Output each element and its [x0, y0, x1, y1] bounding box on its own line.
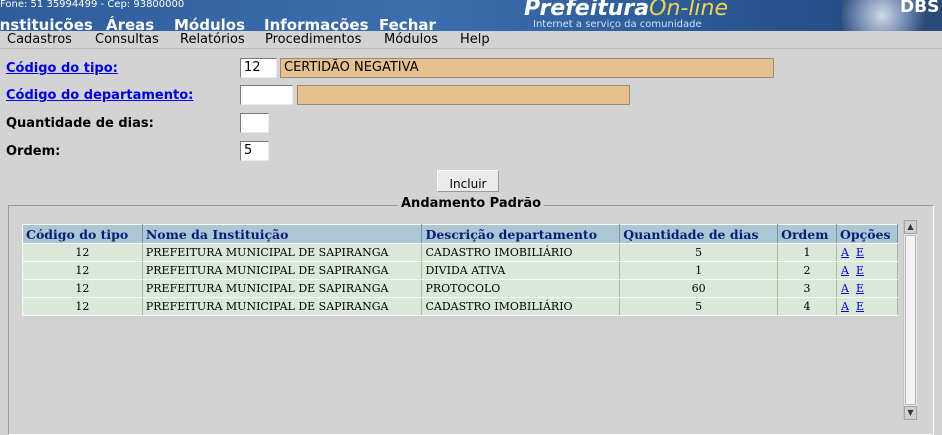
cell-codigo: 12 [22, 297, 143, 316]
menu-consultas[interactable]: Consultas [95, 31, 159, 49]
menu-procedimentos[interactable]: Procedimentos [265, 31, 361, 49]
cell-dias: 60 [619, 279, 779, 298]
cell-ordem: 3 [777, 279, 837, 298]
cell-opcoes: AE [836, 279, 898, 298]
top-menu-informacoes[interactable]: Informações [264, 16, 369, 31]
cell-opcoes: AE [836, 297, 898, 316]
menu-bar: Cadastros Consultas Relatórios Procedime… [0, 31, 942, 49]
table-row: 12 PREFEITURA MUNICIPAL DE SAPIRANGA DIV… [22, 261, 898, 280]
cell-departamento: DIVIDA ATIVA [421, 261, 621, 280]
logo-tagline: Internet a serviço da comunidade [533, 19, 702, 30]
cell-codigo: 12 [22, 261, 143, 280]
cell-dias: 5 [619, 243, 779, 262]
alterar-link[interactable]: A [841, 264, 849, 277]
top-menu-fechar[interactable]: Fechar [379, 16, 436, 31]
cell-instituicao: PREFEITURA MUNICIPAL DE SAPIRANGA [141, 261, 423, 280]
menu-cadastros[interactable]: Cadastros [7, 31, 72, 49]
codigo-departamento-input[interactable] [240, 85, 293, 105]
alterar-link[interactable]: A [841, 282, 849, 295]
top-menu-modulos[interactable]: Módulos [174, 16, 245, 31]
scroll-down-arrow-icon[interactable]: ▼ [904, 406, 917, 420]
cell-dias: 1 [619, 261, 779, 280]
cell-codigo: 12 [22, 243, 143, 262]
scroll-up-arrow-icon[interactable]: ▲ [904, 220, 917, 234]
header-opcoes: Opções [836, 224, 898, 244]
header-descricao-departamento[interactable]: Descrição departamento [421, 224, 621, 244]
table-header-row: Código do tipo Nome da Instituição Descr… [22, 224, 898, 244]
header-ordem[interactable]: Ordem [777, 224, 837, 244]
header-quantidade-dias[interactable]: Quantidade de dias [619, 224, 779, 244]
cell-ordem: 1 [777, 243, 837, 262]
cell-opcoes: AE [836, 243, 898, 262]
alterar-link[interactable]: A [841, 246, 849, 259]
ordem-label: Ordem: [6, 144, 61, 159]
site-banner: Fone: 51 35994499 - Cep: 93800000 Instit… [0, 0, 942, 31]
scroll-thumb[interactable] [905, 235, 916, 405]
codigo-tipo-input[interactable]: 12 [240, 58, 277, 78]
cell-departamento: CADASTRO IMOBILIÁRIO [421, 297, 621, 316]
excluir-link[interactable]: E [856, 264, 864, 277]
excluir-link[interactable]: E [856, 246, 864, 259]
excluir-link[interactable]: E [856, 282, 864, 295]
vertical-scrollbar[interactable]: ▲ ▼ [903, 220, 917, 420]
cell-dias: 5 [619, 297, 779, 316]
ordem-input[interactable]: 5 [240, 141, 269, 161]
table-row: 12 PREFEITURA MUNICIPAL DE SAPIRANGA PRO… [22, 279, 898, 298]
incluir-button[interactable]: Incluir [437, 170, 499, 192]
cell-departamento: PROTOCOLO [421, 279, 621, 298]
menu-modulos[interactable]: Módulos [384, 31, 438, 49]
prefeitura-online-logo: PrefeituraOn-line [524, 0, 729, 21]
quantidade-dias-input[interactable] [240, 113, 269, 133]
cell-ordem: 2 [777, 261, 837, 280]
cell-codigo: 12 [22, 279, 143, 298]
codigo-departamento-link[interactable]: Código do departamento: [6, 88, 193, 103]
cell-instituicao: PREFEITURA MUNICIPAL DE SAPIRANGA [141, 243, 423, 262]
menu-help[interactable]: Help [460, 31, 490, 49]
excluir-link[interactable]: E [856, 300, 864, 313]
codigo-tipo-description: CERTIDÃO NEGATIVA [280, 58, 774, 78]
top-menu-instituicoes[interactable]: Instituições [0, 16, 93, 31]
cell-departamento: CADASTRO IMOBILIÁRIO [421, 243, 621, 262]
cell-instituicao: PREFEITURA MUNICIPAL DE SAPIRANGA [141, 297, 423, 316]
cell-opcoes: AE [836, 261, 898, 280]
menu-relatorios[interactable]: Relatórios [180, 31, 245, 49]
codigo-tipo-link[interactable]: Código do tipo: [6, 61, 118, 76]
contact-phone: Fone: 51 35994499 - Cep: 93800000 [0, 0, 185, 10]
header-nome-instituicao[interactable]: Nome da Instituição [141, 224, 423, 244]
fieldset-legend: Andamento Padrão [398, 196, 545, 211]
top-menu-areas[interactable]: Áreas [106, 16, 154, 31]
cell-ordem: 4 [777, 297, 837, 316]
departamento-description [297, 85, 630, 105]
dbseller-logo: DBS [842, 0, 942, 31]
quantidade-dias-label: Quantidade de dias: [6, 116, 154, 131]
header-codigo-tipo[interactable]: Código do tipo [22, 224, 143, 244]
andamento-table: Código do tipo Nome da Instituição Descr… [22, 224, 898, 316]
table-row: 12 PREFEITURA MUNICIPAL DE SAPIRANGA CAD… [22, 297, 898, 316]
cell-instituicao: PREFEITURA MUNICIPAL DE SAPIRANGA [141, 279, 423, 298]
alterar-link[interactable]: A [841, 300, 849, 313]
table-row: 12 PREFEITURA MUNICIPAL DE SAPIRANGA CAD… [22, 243, 898, 262]
